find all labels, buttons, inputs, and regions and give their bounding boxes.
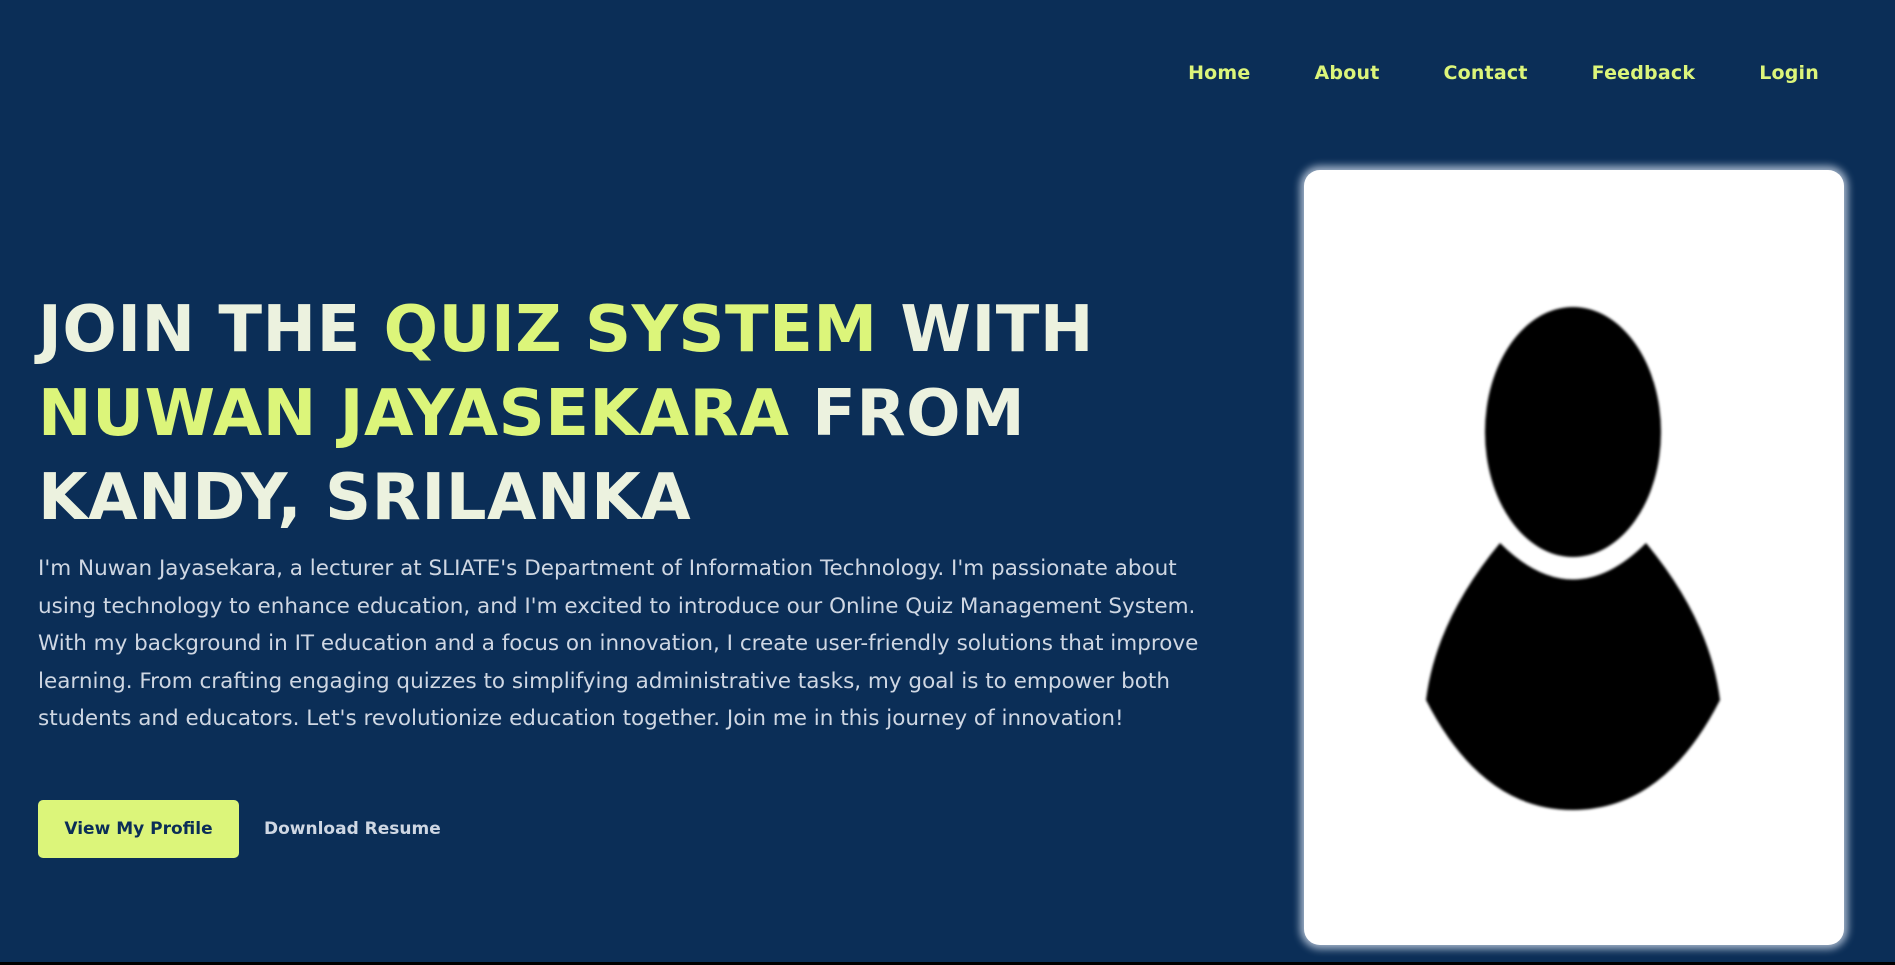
nav-contact-link[interactable]: Contact <box>1443 62 1527 84</box>
user-silhouette-icon <box>1426 307 1720 810</box>
landing-page: Home About Contact Feedback Login JOIN T… <box>0 0 1895 962</box>
headline-text-2: WITH <box>877 293 1094 367</box>
headline-text-4: KANDY, SRILANKA <box>38 461 692 535</box>
profile-image-card <box>1304 170 1844 945</box>
nav-about-link[interactable]: About <box>1315 62 1380 84</box>
hero-actions: View My Profile Download Resume <box>38 800 441 858</box>
nav-login-link[interactable]: Login <box>1759 62 1819 84</box>
hero-description: I'm Nuwan Jayasekara, a lecturer at SLIA… <box>38 556 1199 731</box>
headline-highlight-quiz-system: QUIZ SYSTEM <box>383 293 878 367</box>
download-resume-link[interactable]: Download Resume <box>264 819 441 839</box>
headline-text-1: JOIN THE <box>38 293 384 367</box>
top-nav: Home About Contact Feedback Login <box>1188 62 1819 84</box>
hero-headline: JOIN THE QUIZ SYSTEM WITH NUWAN JAYASEKAR… <box>38 288 1268 540</box>
nav-feedback-link[interactable]: Feedback <box>1592 62 1696 84</box>
view-profile-button[interactable]: View My Profile <box>38 800 239 858</box>
hero-section: JOIN THE QUIZ SYSTEM WITH NUWAN JAYASEKAR… <box>38 288 1268 738</box>
headline-text-3: FROM <box>789 377 1026 451</box>
nav-home-link[interactable]: Home <box>1188 62 1250 84</box>
headline-highlight-name: NUWAN JAYASEKARA <box>38 377 790 451</box>
